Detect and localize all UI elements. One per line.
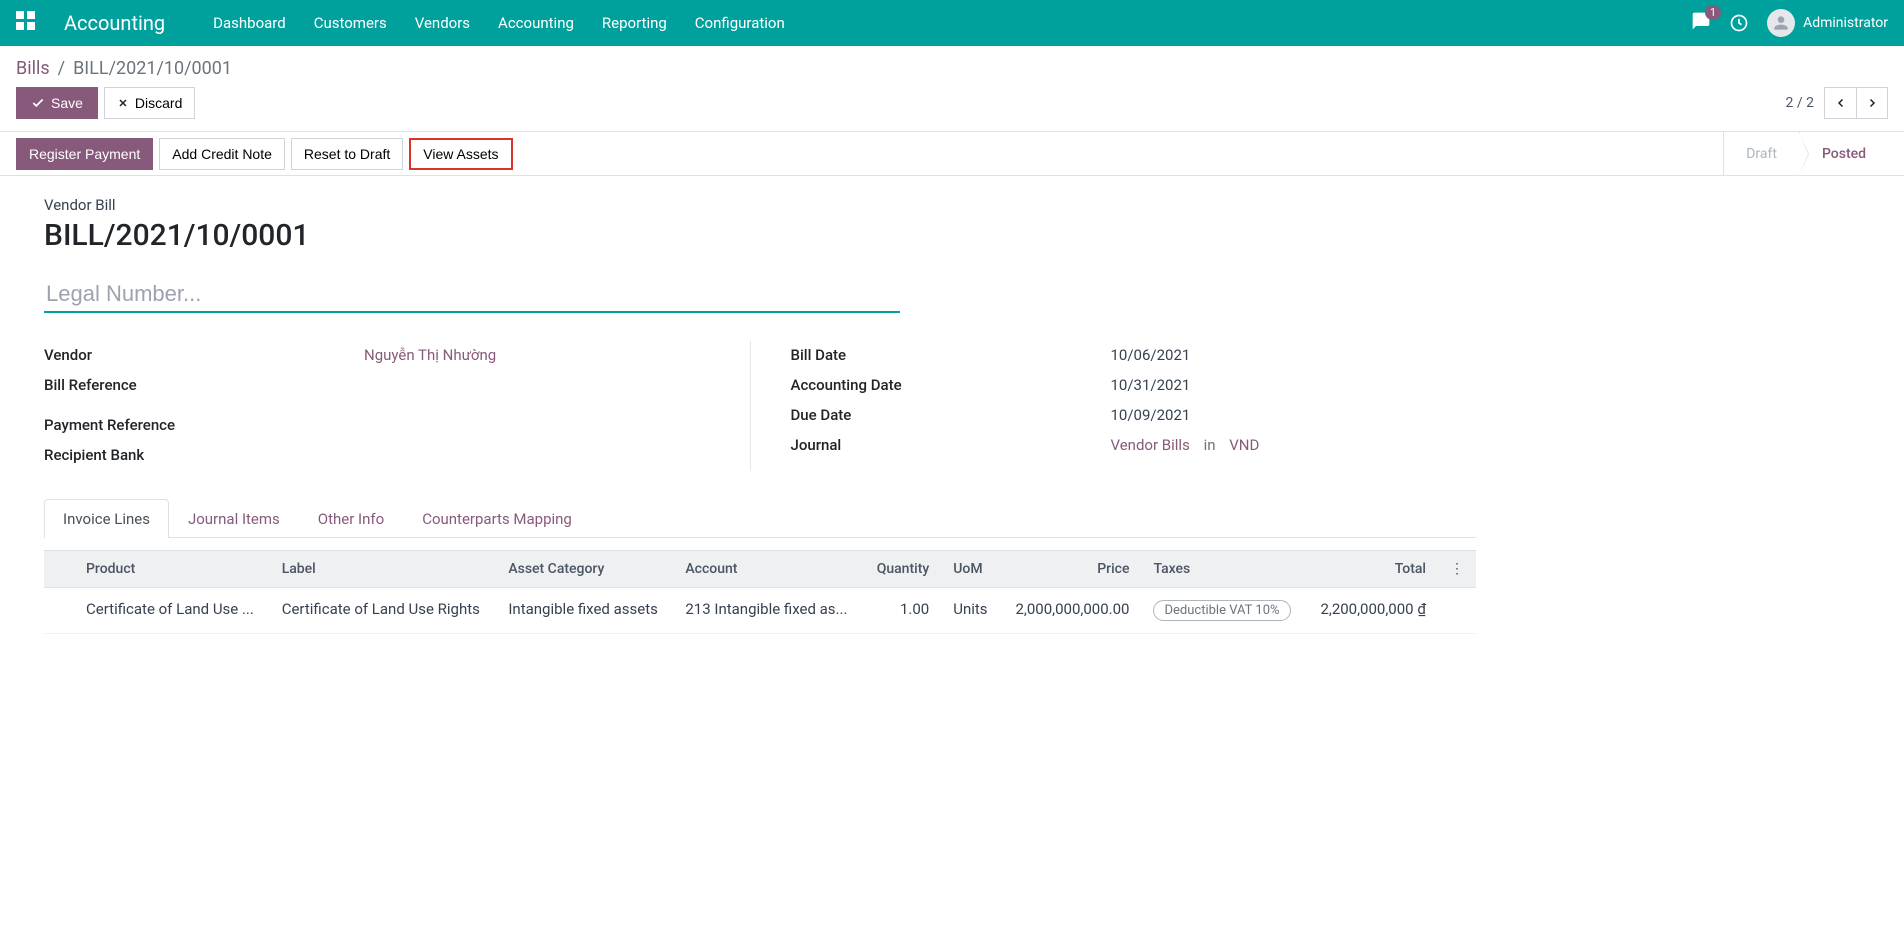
pager-prev-button[interactable] [1824, 87, 1856, 119]
journal-label: Journal [791, 436, 1111, 456]
menu-vendors[interactable]: Vendors [415, 14, 470, 32]
cell-price[interactable]: 2,000,000,000.00 [1001, 588, 1142, 634]
breadcrumb-separator: / [58, 58, 65, 79]
recipient-bank-value[interactable] [364, 446, 730, 466]
cell-total[interactable]: 2,200,000,000 ₫ [1306, 588, 1438, 634]
col-total[interactable]: Total [1306, 551, 1438, 588]
breadcrumb: Bills / BILL/2021/10/0001 [0, 46, 1904, 79]
control-panel: Bills / BILL/2021/10/0001 Save Discard 2… [0, 46, 1904, 132]
cell-uom[interactable]: Units [941, 588, 1000, 634]
col-product[interactable]: Product [74, 551, 270, 588]
col-handle [44, 551, 74, 588]
vendor-value[interactable]: Nguyễn Thị Nhường [364, 346, 730, 366]
breadcrumb-current: BILL/2021/10/0001 [73, 58, 232, 79]
payment-reference-value[interactable] [364, 416, 730, 436]
pager-next-button[interactable] [1856, 87, 1888, 119]
check-icon [31, 96, 45, 110]
cell-options [1438, 588, 1476, 634]
register-payment-button[interactable]: Register Payment [16, 138, 153, 170]
col-quantity[interactable]: Quantity [863, 551, 941, 588]
view-assets-button[interactable]: View Assets [409, 138, 512, 170]
reset-to-draft-button[interactable]: Reset to Draft [291, 138, 403, 170]
table-row[interactable]: Certificate of Land Use ... Certificate … [44, 588, 1476, 634]
col-taxes[interactable]: Taxes [1141, 551, 1305, 588]
bill-reference-label: Bill Reference [44, 376, 364, 396]
discard-button-label: Discard [135, 95, 182, 111]
form-right-column: Bill Date 10/06/2021 Accounting Date 10/… [791, 341, 1477, 471]
tab-counterparts-mapping[interactable]: Counterparts Mapping [403, 499, 591, 538]
recipient-bank-label: Recipient Bank [44, 446, 364, 466]
vendor-label: Vendor [44, 346, 364, 366]
breadcrumb-root[interactable]: Bills [16, 58, 50, 79]
status-draft[interactable]: Draft [1723, 132, 1799, 175]
tab-journal-items[interactable]: Journal Items [169, 499, 299, 538]
bill-date-label: Bill Date [791, 346, 1111, 366]
bill-reference-value[interactable] [364, 376, 730, 396]
navbar-right: 1 Administrator [1691, 9, 1888, 37]
cell-account[interactable]: 213 Intangible fixed as... [673, 588, 863, 634]
close-icon [117, 97, 129, 109]
table-header-row: Product Label Asset Category Account Qua… [44, 551, 1476, 588]
document-type-label: Vendor Bill [44, 196, 1476, 214]
action-bar: Register Payment Add Credit Note Reset t… [0, 132, 1904, 176]
messaging-icon[interactable]: 1 [1691, 11, 1711, 35]
pager-text[interactable]: 2 / 2 [1786, 95, 1814, 111]
add-credit-note-button[interactable]: Add Credit Note [159, 138, 285, 170]
col-label[interactable]: Label [270, 551, 497, 588]
journal-value: Vendor Bills in VND [1111, 436, 1477, 456]
app-title[interactable]: Accounting [64, 11, 165, 35]
journal-currency[interactable]: VND [1229, 436, 1259, 454]
menu-customers[interactable]: Customers [314, 14, 387, 32]
page-title: BILL/2021/10/0001 [44, 218, 1476, 253]
col-price[interactable]: Price [1001, 551, 1142, 588]
menu-configuration[interactable]: Configuration [695, 14, 785, 32]
journal-in: in [1204, 436, 1216, 454]
payment-reference-label: Payment Reference [44, 416, 364, 436]
chevron-left-icon [1835, 97, 1847, 109]
cell-asset-category[interactable]: Intangible fixed assets [496, 588, 673, 634]
cell-label[interactable]: Certificate of Land Use Rights [270, 588, 497, 634]
menu-dashboard[interactable]: Dashboard [213, 14, 286, 32]
menu-reporting[interactable]: Reporting [602, 14, 667, 32]
user-menu[interactable]: Administrator [1767, 9, 1888, 37]
journal-name[interactable]: Vendor Bills [1111, 436, 1190, 454]
tab-other-info[interactable]: Other Info [299, 499, 403, 538]
col-account[interactable]: Account [673, 551, 863, 588]
avatar-icon [1767, 9, 1795, 37]
accounting-date-value[interactable]: 10/31/2021 [1111, 376, 1477, 396]
apps-icon[interactable] [16, 11, 40, 35]
legal-number-input[interactable] [44, 277, 900, 313]
col-uom[interactable]: UoM [941, 551, 1000, 588]
cell-quantity[interactable]: 1.00 [863, 588, 941, 634]
bill-date-value[interactable]: 10/06/2021 [1111, 346, 1477, 366]
form-left-column: Vendor Nguyễn Thị Nhường Bill Reference … [44, 341, 751, 471]
save-button[interactable]: Save [16, 87, 98, 119]
user-name: Administrator [1803, 15, 1888, 31]
status-posted[interactable]: Posted [1799, 132, 1888, 175]
cell-product[interactable]: Certificate of Land Use ... [74, 588, 270, 634]
tabs: Invoice Lines Journal Items Other Info C… [44, 499, 1476, 538]
pager: 2 / 2 [1786, 87, 1888, 119]
due-date-value[interactable]: 10/09/2021 [1111, 406, 1477, 426]
invoice-lines-table: Product Label Asset Category Account Qua… [44, 550, 1476, 634]
main-menu: Dashboard Customers Vendors Accounting R… [213, 14, 785, 32]
form-sheet: Vendor Bill BILL/2021/10/0001 Vendor Ngu… [0, 176, 1520, 654]
tax-badge: Deductible VAT 10% [1153, 600, 1290, 621]
activities-icon[interactable] [1729, 13, 1749, 33]
row-handle-icon[interactable] [44, 588, 74, 634]
save-button-label: Save [51, 95, 83, 111]
col-asset-category[interactable]: Asset Category [496, 551, 673, 588]
chevron-right-icon [1866, 97, 1878, 109]
status-bar: Draft Posted [1723, 132, 1888, 175]
notification-badge: 1 [1705, 5, 1721, 20]
discard-button[interactable]: Discard [104, 87, 195, 119]
due-date-label: Due Date [791, 406, 1111, 426]
top-navbar: Accounting Dashboard Customers Vendors A… [0, 0, 1904, 46]
accounting-date-label: Accounting Date [791, 376, 1111, 396]
tab-invoice-lines[interactable]: Invoice Lines [44, 499, 169, 538]
col-options-icon[interactable]: ⋮ [1438, 551, 1476, 588]
menu-accounting[interactable]: Accounting [498, 14, 574, 32]
cell-taxes[interactable]: Deductible VAT 10% [1141, 588, 1305, 634]
